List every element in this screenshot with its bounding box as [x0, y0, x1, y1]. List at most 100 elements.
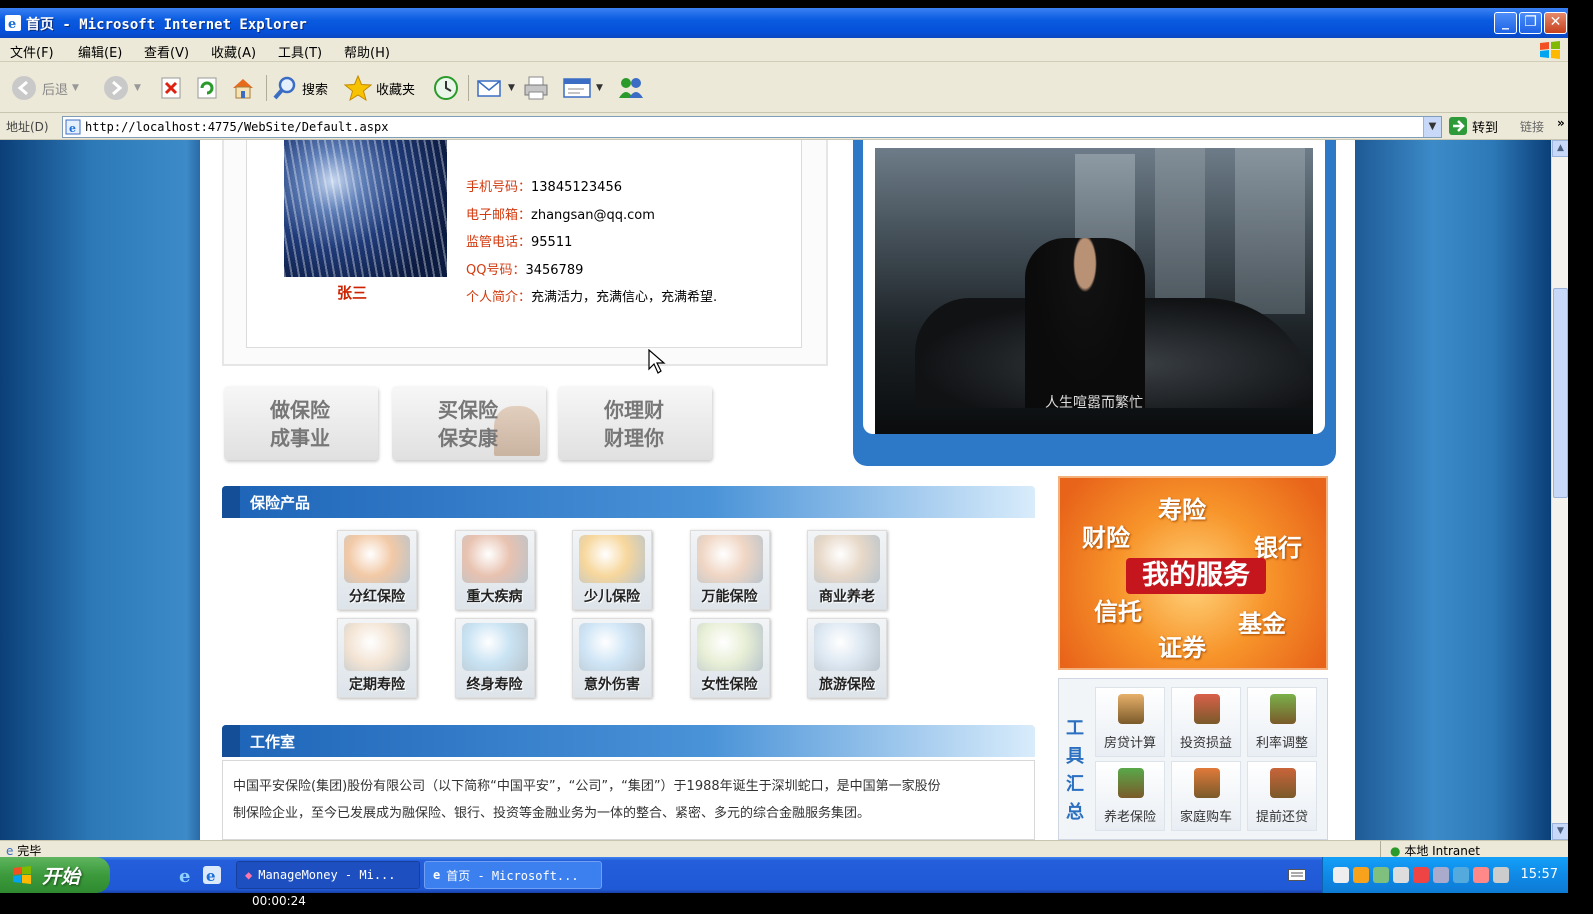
product-tile[interactable]: 商业养老 — [807, 530, 887, 610]
tool-button[interactable]: 利率调整 — [1247, 687, 1317, 757]
menu-tools[interactable]: 工具(T) — [278, 42, 322, 61]
start-label: 开始 — [42, 866, 81, 888]
product-tile[interactable]: 分红保险 — [337, 530, 417, 610]
refresh-button[interactable] — [196, 73, 218, 103]
forward-button[interactable]: ▼ — [102, 73, 141, 103]
scroll-up-icon[interactable]: ▲ — [1552, 140, 1568, 157]
profile-photo — [284, 140, 447, 277]
product-label: 旅游保险 — [819, 677, 875, 693]
tray-app-icon[interactable] — [1373, 867, 1389, 883]
keyboard-icon[interactable] — [1288, 869, 1306, 881]
close-button[interactable]: ✕ — [1544, 12, 1567, 34]
slogan-banner-3[interactable]: 你理财 财理你 — [558, 386, 712, 460]
svg-text:e: e — [179, 866, 190, 885]
address-label: 地址(D) — [6, 120, 49, 134]
services-ad-banner[interactable]: 寿险 财险 银行 信托 基金 证券 我的服务 — [1058, 476, 1328, 670]
mail-button[interactable]: ▼ — [476, 73, 515, 103]
menu-favorites[interactable]: 收藏(A) — [211, 42, 256, 61]
product-tile[interactable]: 重大疾病 — [454, 530, 535, 610]
print-button[interactable] — [522, 73, 550, 103]
history-button[interactable] — [432, 73, 460, 103]
product-image — [579, 535, 645, 583]
tool-icon — [1118, 694, 1144, 724]
studio-text-line1: 中国平安保险(集团)股份有限公司（以下简称“中国平安”，“公司”，“集团”）于1… — [233, 779, 941, 794]
scroll-thumb[interactable] — [1553, 288, 1568, 498]
tray-network-icon[interactable] — [1333, 867, 1349, 883]
address-input[interactable]: e http://localhost:4775/WebSite/Default.… — [62, 116, 1442, 138]
product-tile[interactable]: 旅游保险 — [807, 618, 887, 698]
product-tile[interactable]: 少儿保险 — [572, 530, 652, 610]
browser-window: e 首页 - Microsoft Internet Explorer _ ❐ ✕… — [0, 8, 1568, 857]
product-label: 终身寿险 — [466, 677, 523, 693]
stop-button[interactable] — [160, 73, 182, 103]
clock[interactable]: 15:57 — [1521, 867, 1558, 882]
tool-button[interactable]: 提前还贷 — [1247, 761, 1317, 831]
scroll-down-icon[interactable]: ▼ — [1552, 823, 1568, 840]
profile-field-qq: QQ号码：3456789 — [466, 263, 584, 278]
back-button[interactable]: 后退 ▼ — [10, 73, 79, 103]
task-homepage-label: 首页 - Microsoft... — [446, 868, 579, 883]
tool-button[interactable]: 投资损益 — [1171, 687, 1241, 757]
ad-main-text: 我的服务 — [1126, 558, 1266, 594]
product-tile[interactable]: 终身寿险 — [454, 618, 535, 698]
address-dropdown-icon[interactable]: ▼ — [1423, 117, 1441, 137]
profile-field-hotline: 监管电话：95511 — [466, 235, 573, 250]
forward-dropdown-icon[interactable]: ▼ — [134, 83, 141, 93]
search-button[interactable]: 搜索 — [272, 73, 328, 103]
favorites-button[interactable]: 收藏夹 — [344, 73, 415, 103]
product-tile[interactable]: 女性保险 — [689, 618, 770, 698]
vertical-scrollbar[interactable]: ▲ ▼ — [1551, 140, 1568, 840]
product-image — [461, 623, 528, 671]
minimize-button[interactable]: _ — [1494, 12, 1517, 34]
product-label: 女性保险 — [701, 677, 758, 693]
status-text: e 完毕 — [6, 844, 42, 857]
menu-view[interactable]: 查看(V) — [144, 42, 189, 61]
tool-button[interactable]: 养老保险 — [1095, 761, 1165, 831]
slogan-banner-1[interactable]: 做保险 成事业 — [224, 386, 378, 460]
vs-icon: ◆ — [245, 868, 253, 882]
tray-update-icon[interactable] — [1473, 867, 1489, 883]
tool-label: 养老保险 — [1103, 810, 1156, 825]
video-player[interactable]: 人生喧嚣而繁忙 — [875, 148, 1313, 434]
home-button[interactable] — [230, 73, 256, 103]
svg-text:e: e — [206, 867, 216, 885]
back-dropdown-icon[interactable]: ▼ — [72, 83, 79, 93]
print-icon — [524, 76, 548, 100]
product-image — [696, 535, 763, 583]
edit-dropdown-icon[interactable]: ▼ — [596, 83, 603, 93]
tray-display-icon[interactable] — [1393, 867, 1409, 883]
search-icon — [273, 76, 296, 100]
menu-file[interactable]: 文件(F) — [10, 42, 54, 61]
go-button[interactable]: 转到 — [1448, 116, 1498, 136]
product-tile[interactable]: 意外伤害 — [572, 618, 652, 698]
menu-edit[interactable]: 编辑(E) — [78, 42, 122, 61]
mail-dropdown-icon[interactable]: ▼ — [508, 83, 515, 93]
task-managemoney[interactable]: ◆ ManageMoney - Mi... — [236, 861, 420, 889]
links-toolbar[interactable]: 链接 — [1520, 118, 1544, 135]
messenger-button[interactable] — [616, 73, 646, 103]
ad-word-trust: 信托 — [1094, 598, 1142, 626]
product-tile[interactable]: 定期寿险 — [337, 618, 417, 698]
tool-icon — [1118, 768, 1144, 798]
tray-phone-icon[interactable] — [1453, 867, 1469, 883]
edit-button[interactable]: ▼ — [562, 73, 603, 103]
tray-monitor-icon[interactable] — [1493, 867, 1509, 883]
chevron-right-icon[interactable]: » — [1557, 116, 1565, 130]
task-homepage-ie[interactable]: e 首页 - Microsoft... — [424, 861, 602, 889]
quicklaunch-ie2-icon[interactable]: e — [202, 865, 222, 885]
menu-help[interactable]: 帮助(H) — [344, 42, 390, 61]
product-tile[interactable]: 万能保险 — [689, 530, 770, 610]
tray-speaker-icon[interactable] — [1433, 867, 1449, 883]
slogan-3-line1: 你理财 — [604, 398, 664, 422]
home-icon — [233, 79, 253, 99]
history-icon — [434, 76, 458, 100]
tool-button[interactable]: 房贷计算 — [1095, 687, 1165, 757]
tools-title: 工具汇总 — [1066, 718, 1084, 823]
slogan-banner-2[interactable]: 买保险 保安康 — [392, 386, 546, 460]
start-button[interactable]: 开始 — [0, 857, 110, 893]
quicklaunch-ie-icon[interactable]: e — [176, 865, 196, 885]
tray-security-icon[interactable] — [1413, 867, 1429, 883]
tool-button[interactable]: 家庭购车 — [1171, 761, 1241, 831]
tray-messenger-icon[interactable] — [1353, 867, 1369, 883]
restore-button[interactable]: ❐ — [1519, 12, 1542, 34]
